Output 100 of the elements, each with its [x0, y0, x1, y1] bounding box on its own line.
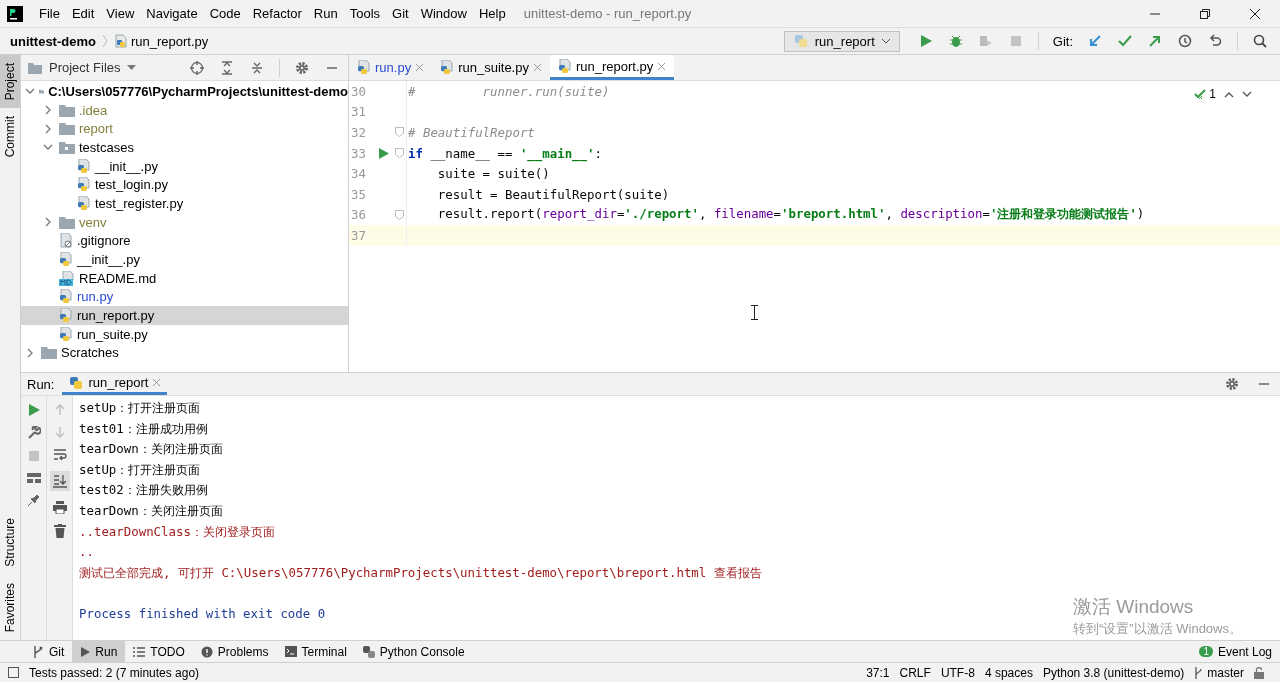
git-branch[interactable]: master — [1194, 665, 1244, 680]
tree-item[interactable]: README.md — [21, 268, 348, 288]
expand-all-icon[interactable] — [220, 60, 234, 75]
locate-icon[interactable] — [190, 60, 204, 75]
restore-icon[interactable] — [1199, 7, 1211, 20]
close-icon[interactable] — [1249, 7, 1261, 20]
console-line: ..tearDownClass：关闭登录页面 — [79, 522, 275, 541]
tree-item[interactable]: venv — [21, 212, 348, 232]
menu-item[interactable]: Edit — [65, 6, 101, 21]
ignored-file-icon — [59, 233, 73, 249]
event-log-tab[interactable]: 1 Event Log — [1191, 641, 1280, 662]
editor-tab[interactable]: run_suite.py — [432, 55, 550, 80]
markdown-file-icon — [59, 270, 75, 286]
warning-icon — [200, 645, 213, 658]
status-item[interactable]: 37:1 — [866, 665, 890, 680]
tree-item[interactable]: __init__.py — [21, 156, 348, 176]
side-tab[interactable]: Structure — [0, 509, 20, 575]
layout-icon[interactable] — [26, 472, 41, 484]
line-number: 36 — [350, 207, 367, 223]
status-item[interactable]: UTF-8 — [940, 665, 975, 680]
status-item[interactable]: Python 3.8 (unittest-demo) — [1042, 665, 1185, 680]
tool-window-tab[interactable]: Terminal — [276, 641, 355, 662]
caret-icon[interactable] — [126, 64, 136, 71]
run-gutter-icon[interactable] — [379, 147, 389, 159]
tree-item[interactable]: testcases — [21, 138, 348, 157]
tool-window-tab[interactable]: Run — [72, 641, 126, 662]
rerun-icon[interactable] — [27, 404, 40, 416]
lock-icon[interactable] — [1254, 666, 1264, 679]
tool-window-tab[interactable]: Problems — [192, 641, 277, 662]
run-configuration-dropdown[interactable]: run_report — [783, 30, 900, 52]
commit-check-icon[interactable] — [1118, 34, 1132, 48]
tree-item[interactable]: .idea — [21, 100, 348, 120]
tool-window-tab[interactable]: Python Console — [354, 641, 473, 662]
breadcrumb-project[interactable]: unittest-demo — [10, 33, 96, 49]
menu-item[interactable]: Refactor — [246, 6, 308, 21]
history-icon[interactable] — [1178, 34, 1192, 48]
python-file-icon — [77, 195, 91, 211]
trash-icon[interactable] — [53, 524, 66, 538]
tool-window-tab[interactable]: TODO — [125, 641, 193, 662]
status-item[interactable]: 4 spaces — [984, 665, 1033, 680]
tree-item[interactable]: __init__.py — [21, 250, 348, 269]
menu-item[interactable]: View — [100, 6, 141, 21]
editor-tab[interactable]: run_report.py — [549, 55, 675, 80]
wrench-icon[interactable] — [26, 426, 41, 440]
console-line: test02：注册失败用例 — [79, 481, 208, 500]
tree-item[interactable]: .gitignore — [21, 231, 348, 251]
activation-title: 激活 Windows — [1073, 595, 1195, 619]
chevron-right-icon — [43, 217, 53, 228]
settings-icon[interactable] — [295, 60, 309, 75]
menu-item[interactable]: Help — [472, 6, 512, 21]
pin-icon[interactable] — [27, 494, 40, 507]
tree-item[interactable]: run.py — [21, 287, 348, 307]
caret-icon — [880, 38, 891, 44]
tree-item[interactable]: run_report.py — [21, 306, 348, 325]
next-icon[interactable] — [1242, 90, 1252, 98]
menu-item[interactable]: Tools — [343, 6, 387, 21]
line-number: 37 — [350, 227, 367, 243]
push-arrow-icon[interactable] — [1148, 34, 1162, 48]
settings-icon[interactable] — [1225, 377, 1239, 391]
side-tab[interactable]: Favorites — [0, 574, 20, 640]
menu-item[interactable]: Window — [414, 6, 473, 21]
menu-item[interactable]: Run — [307, 6, 344, 21]
side-tab[interactable]: Project — [0, 55, 20, 109]
scroll-to-end-icon[interactable] — [49, 471, 70, 491]
tree-item[interactable]: Scratches — [21, 343, 348, 363]
check-icon — [1194, 88, 1208, 100]
soft-wrap-icon[interactable] — [52, 448, 67, 461]
breadcrumb-file[interactable]: run_report.py — [113, 33, 209, 49]
print-icon[interactable] — [52, 501, 67, 514]
tree-item[interactable]: report — [21, 119, 348, 139]
bug-icon[interactable] — [948, 34, 963, 48]
project-view-selector[interactable]: Project Files — [49, 60, 121, 75]
menu-item[interactable]: Code — [203, 6, 247, 21]
update-arrow-icon[interactable] — [1088, 34, 1102, 48]
menu-item[interactable]: Navigate — [140, 6, 204, 21]
tree-item[interactable]: C:\Users\057776\PycharmProjects\unittest-demo — [21, 82, 348, 101]
tree-item[interactable]: test_login.py — [21, 175, 348, 195]
panel-toggle-icon[interactable] — [8, 667, 19, 678]
menu-item[interactable]: Git — [386, 6, 415, 21]
search-icon[interactable] — [1253, 34, 1267, 48]
tool-window-tab[interactable]: Git — [24, 641, 73, 662]
collapse-all-icon[interactable] — [250, 60, 264, 75]
tree-item[interactable]: test_register.py — [21, 194, 348, 213]
code-line: if __name__ == '__main__': — [408, 145, 602, 161]
tree-item[interactable]: run_suite.py — [21, 324, 348, 344]
status-item[interactable]: CRLF — [899, 665, 931, 680]
editor-tab[interactable]: run.py — [349, 55, 433, 80]
inspection-widget[interactable]: 1 — [1194, 87, 1216, 101]
play-icon — [80, 646, 91, 657]
console-line: setUp：打开注册页面 — [79, 399, 201, 417]
run-icon[interactable] — [918, 34, 933, 48]
rollback-icon[interactable] — [1208, 34, 1222, 48]
menu-item[interactable]: File — [33, 6, 66, 21]
chevron-right-icon — [43, 105, 53, 116]
previous-icon[interactable] — [1224, 90, 1234, 98]
chevron-icon — [101, 34, 108, 48]
python-icon — [792, 33, 809, 49]
side-tab[interactable]: Commit — [0, 108, 20, 166]
console-line: tearDown：关闭注册页面 — [79, 440, 223, 459]
python-file-icon — [357, 60, 371, 75]
